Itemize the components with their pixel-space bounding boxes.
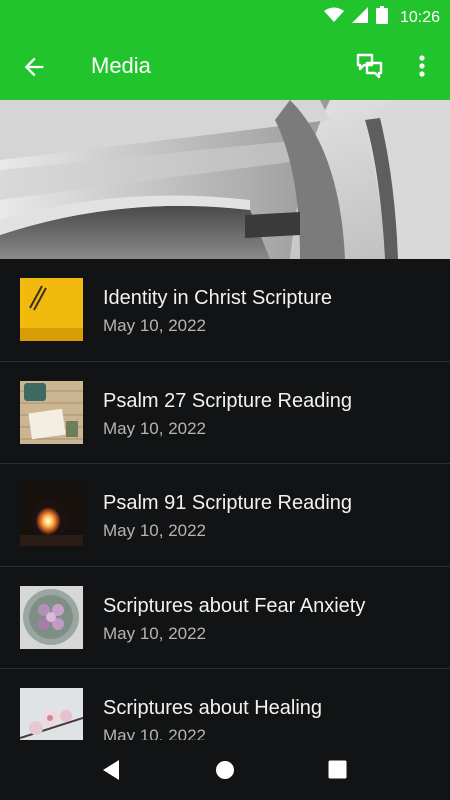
list-item[interactable]: Psalm 91 Scripture Reading May 10, 2022	[0, 464, 450, 567]
media-title: Psalm 91 Scripture Reading	[103, 492, 353, 514]
media-date: May 10, 2022	[103, 521, 207, 540]
media-date: May 10, 2022	[103, 316, 207, 335]
wifi-icon	[323, 7, 344, 28]
list-item[interactable]: Identity in Christ Scripture May 10, 202…	[0, 259, 450, 362]
media-thumbnail	[20, 688, 83, 740]
media-date: May 10, 2022	[103, 418, 207, 438]
media-thumbnail	[20, 380, 83, 444]
list-item[interactable]: Scriptures about Healing May 10, 2022	[0, 669, 450, 740]
page-title: Media	[91, 53, 151, 78]
battery-icon	[375, 6, 388, 29]
media-thumbnail	[20, 278, 83, 341]
app-bar: Media	[0, 33, 450, 100]
media-thumbnail	[20, 585, 83, 649]
media-title: Scriptures about Healing	[103, 697, 323, 719]
media-title: Identity in Christ Scripture	[103, 287, 332, 309]
media-list: Identity in Christ Scripture May 10, 202…	[0, 259, 450, 740]
media-date: May 10, 2022	[103, 623, 207, 643]
media-thumbnail	[20, 483, 83, 546]
nav-back-icon[interactable]	[101, 759, 121, 781]
system-nav-bar	[0, 740, 450, 800]
media-title: Scriptures about Fear Anxiety	[103, 594, 366, 617]
status-bar: 10:26	[0, 0, 450, 33]
list-item[interactable]: Psalm 27 Scripture Reading May 10, 2022	[0, 362, 450, 464]
list-item[interactable]: Scriptures about Fear Anxiety May 10, 20…	[0, 567, 450, 669]
chat-icon[interactable]	[355, 51, 385, 81]
media-title: Psalm 27 Scripture Reading	[103, 389, 353, 412]
more-vert-icon[interactable]	[412, 51, 432, 81]
signal-icon	[351, 7, 368, 28]
media-date: May 10, 2022	[103, 726, 207, 740]
back-arrow-icon[interactable]	[20, 53, 48, 81]
nav-recents-icon[interactable]	[328, 760, 347, 779]
nav-home-icon[interactable]	[215, 760, 235, 780]
hero-image	[0, 100, 450, 259]
status-time: 10:26	[399, 8, 440, 26]
